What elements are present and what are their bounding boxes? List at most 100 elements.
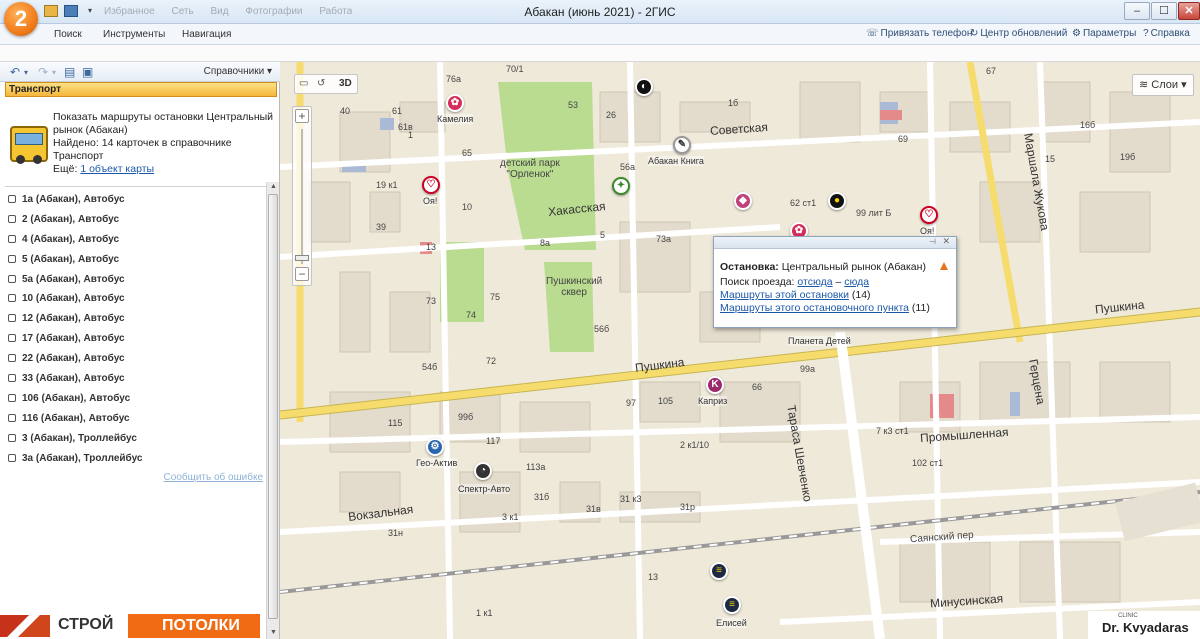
help-label: Справка	[1150, 28, 1190, 39]
clinic-ad[interactable]: CLINIC Dr. Kvyadaras	[1088, 611, 1200, 639]
app-window: 2 ▾ Избранное Сеть Вид Фотографии Работа…	[0, 0, 1200, 639]
cafe-icon[interactable]: ◐	[635, 78, 653, 96]
route-label: 2 (Абакан), Автобус	[22, 213, 120, 225]
bookshop-icon[interactable]: ✎	[673, 136, 691, 154]
restaurant-icon[interactable]: ●	[828, 192, 846, 210]
bus-route-icon	[8, 393, 16, 402]
building-number: 73	[426, 296, 437, 306]
close-button[interactable]: ✕	[1178, 2, 1200, 20]
scroll-up-icon[interactable]: ▲	[269, 183, 278, 192]
stop-routes-link[interactable]: Маршруты этой остановки	[720, 289, 849, 301]
map-view[interactable]: Хакасская Советская Пушкина Пушкина Вокз…	[280, 62, 1200, 639]
forward-dropdown-icon[interactable]: ▾	[52, 68, 56, 77]
route-item[interactable]: 3 (Абакан), Троллейбус	[8, 429, 266, 449]
panel-scrollbar[interactable]: ▲ ▼	[266, 182, 279, 639]
maximize-button[interactable]: ☐	[1151, 2, 1177, 20]
supermarket-icon[interactable]: ≡	[723, 596, 741, 614]
ad-banner[interactable]: СТРОЙ ПОТОЛКИ	[0, 610, 266, 639]
building-number: 53	[568, 100, 579, 110]
export-list-icon[interactable]: ▣	[82, 65, 93, 79]
forward-arrow-icon[interactable]: ↷	[38, 65, 48, 79]
link-phone-button[interactable]: ☏ Привязать телефон	[866, 28, 972, 39]
bus-wheel	[33, 155, 42, 164]
link-phone-label: Привязать телефон	[880, 28, 973, 39]
route-from-link[interactable]: отсюда	[797, 276, 832, 288]
building-number: 3 к1	[502, 512, 519, 522]
zoom-in-button[interactable]: +	[295, 109, 309, 123]
settings-button[interactable]: ⚙ Параметры	[1072, 28, 1136, 39]
3d-toggle[interactable]: 3D	[339, 78, 352, 89]
route-item[interactable]: 2 (Абакан), Автобус	[8, 210, 266, 230]
bus-icon	[10, 126, 48, 164]
print-list-icon[interactable]: ▤	[64, 65, 75, 79]
back-arrow-icon[interactable]: ↶	[10, 65, 20, 79]
route-item[interactable]: 5 (Абакан), Автобус	[8, 250, 266, 270]
bus-route-icon	[8, 274, 16, 283]
zoom-out-button[interactable]: −	[295, 267, 309, 281]
building-number: 10	[462, 202, 473, 212]
map-canvas	[280, 62, 1200, 639]
info-line1: Показать маршруты остановки Центральный …	[53, 111, 274, 136]
back-dropdown-icon[interactable]: ▾	[24, 68, 28, 77]
route-item[interactable]: 1а (Абакан), Автобус	[8, 190, 266, 210]
ruler-icon[interactable]: ▭	[299, 78, 308, 89]
layers-button[interactable]: ≋ Слои ▾	[1132, 74, 1194, 96]
playground-icon[interactable]: ✦	[612, 177, 630, 195]
map-object-link[interactable]: 1 объект карты	[80, 163, 154, 175]
route-to-link[interactable]: сюда	[844, 276, 869, 288]
bus-route-icon	[8, 314, 16, 323]
building-number: 99б	[458, 412, 474, 422]
park-label: детский парк "Орленок"	[500, 158, 560, 180]
scroll-down-icon[interactable]: ▼	[269, 629, 278, 638]
help-button[interactable]: ? Справка	[1143, 28, 1190, 39]
report-error-link[interactable]: Сообщить об ошибке	[164, 472, 263, 483]
boutique-icon[interactable]: ◆	[734, 192, 752, 210]
building-number: 115	[388, 418, 403, 428]
bus-route-icon	[8, 195, 16, 203]
route-item[interactable]: 22 (Абакан), Автобус	[8, 349, 266, 369]
phone-link-icon: ☏	[866, 28, 879, 39]
route-item[interactable]: 106 (Абакан), Автобус	[8, 389, 266, 409]
supermarket-icon[interactable]: ≡	[710, 562, 728, 580]
oya-shop-icon[interactable]: ♡	[920, 206, 938, 224]
close-icon[interactable]: ✕	[942, 236, 950, 247]
route-item[interactable]: 10 (Абакан), Автобус	[8, 289, 266, 309]
refresh-icon: ↻	[970, 28, 979, 39]
oya-shop-icon[interactable]: ♡	[422, 176, 440, 194]
geo-aktiv-icon[interactable]: ⚙	[426, 438, 444, 456]
building-number: 1б	[728, 98, 739, 108]
zoom-slider-knob[interactable]	[295, 255, 309, 261]
app-logo[interactable]: 2	[4, 2, 38, 36]
route-item[interactable]: 4 (Абакан), Автобус	[8, 230, 266, 250]
menu-navigation[interactable]: Навигация	[182, 29, 231, 40]
building-number: 73а	[656, 234, 672, 244]
minimize-button[interactable]: –	[1124, 2, 1150, 20]
scroll-thumb[interactable]	[268, 194, 278, 619]
pin-icon[interactable]: ⊣	[929, 237, 936, 246]
bus-route-icon	[8, 374, 16, 383]
menu-search[interactable]: Поиск	[54, 29, 82, 40]
directories-dropdown[interactable]: Справочники ▾	[204, 66, 272, 77]
route-item[interactable]: 3а (Абакан), Троллейбус	[8, 449, 266, 469]
gear-icon: ⚙	[1072, 28, 1081, 39]
route-item[interactable]: 12 (Абакан), Автобус	[8, 309, 266, 329]
update-center-button[interactable]: ↻ Центр обновлений	[970, 28, 1067, 39]
flower-shop-icon[interactable]: ✿	[446, 94, 464, 112]
zoom-track[interactable]	[301, 129, 303, 264]
geo-aktiv-label: Гео-Актив	[416, 458, 458, 468]
route-item[interactable]: 116 (Абакан), Автобус	[8, 409, 266, 429]
rotate-icon[interactable]: ↺	[317, 78, 325, 89]
point-routes-link[interactable]: Маршруты этого остановочного пункта	[720, 302, 909, 314]
kapriz-icon[interactable]: K	[706, 376, 724, 394]
route-item[interactable]: 5а (Абакан), Автобус	[8, 270, 266, 290]
bus-route-icon	[8, 294, 16, 303]
route-item[interactable]: 33 (Абакан), Автобус	[8, 369, 266, 389]
ad-text-left: СТРОЙ	[58, 616, 114, 633]
route-item[interactable]: 17 (Абакан), Автобус	[8, 329, 266, 349]
route-search-row: Поиск проезда: отсюда – сюда	[720, 276, 952, 289]
speedometer-icon[interactable]: ◔	[474, 462, 492, 480]
building-number: 99а	[800, 364, 816, 374]
building-number: 75	[490, 292, 501, 302]
building-number: 99 лит Б	[856, 208, 892, 218]
menu-tools[interactable]: Инструменты	[103, 29, 165, 40]
